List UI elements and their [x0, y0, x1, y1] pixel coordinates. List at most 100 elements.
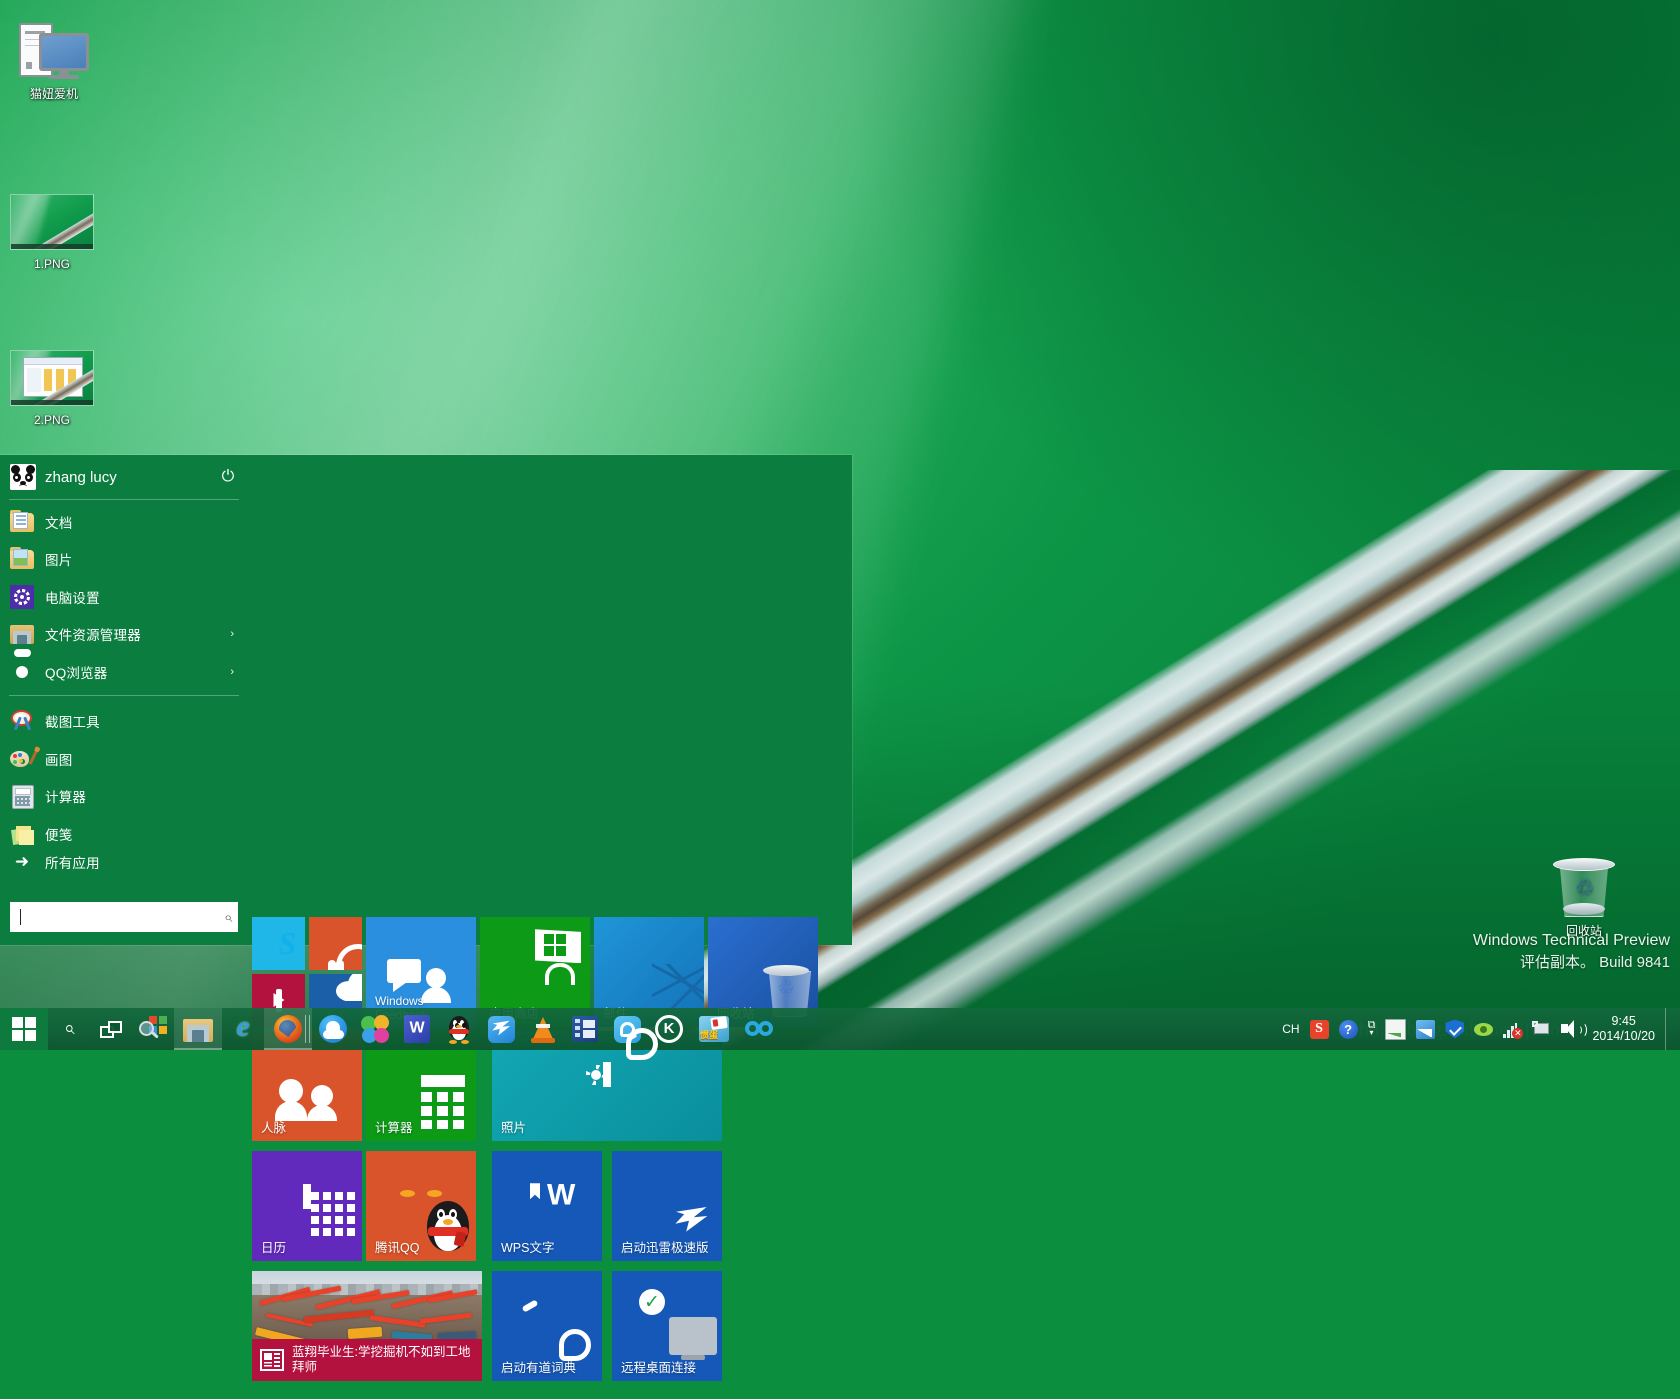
- sidebar-item-pictures[interactable]: 图片: [0, 541, 248, 579]
- youdao-dict-icon: [614, 1016, 641, 1043]
- taskbar-vlc[interactable]: [522, 1008, 564, 1050]
- tile-label: 照片: [501, 1117, 526, 1136]
- sidebar-item-label: 文档: [45, 512, 72, 532]
- taskbar[interactable]: ⌕: [0, 1008, 1680, 1050]
- kugou-music-icon: [655, 1015, 683, 1043]
- sidebar-item-label: 文件资源管理器: [45, 624, 141, 644]
- security-shield-icon[interactable]: [1440, 1008, 1469, 1050]
- all-apps-label: 所有应用: [45, 852, 100, 872]
- tile-music[interactable]: [309, 917, 362, 970]
- flower-app-icon: [361, 1015, 389, 1043]
- tile-thunder[interactable]: 启动迅雷极速版: [612, 1151, 722, 1261]
- clock-time: 9:45: [1592, 1014, 1655, 1029]
- divider: [9, 695, 239, 696]
- desktop-icon-computer[interactable]: 猫妞爱机: [6, 18, 102, 102]
- tile-label: 启动迅雷极速版: [621, 1237, 709, 1256]
- taskbar-youdao-dict[interactable]: [606, 1008, 648, 1050]
- help-icon[interactable]: ?: [1334, 1008, 1363, 1050]
- power-icon[interactable]: ⏻: [218, 467, 238, 487]
- vlc-icon: [530, 1015, 556, 1043]
- sidebar-item-paint[interactable]: 画图: [0, 740, 248, 778]
- start-menu[interactable]: zhang lucy ⏻ 文档 图片: [0, 455, 852, 945]
- all-apps-button[interactable]: ➜ 所有应用: [0, 843, 268, 881]
- sidebar-item-label: 计算器: [45, 786, 86, 806]
- avatar[interactable]: [10, 464, 36, 490]
- start-search-box[interactable]: ⌕: [10, 902, 238, 932]
- search-icon[interactable]: ⌕: [224, 909, 232, 926]
- tile-wps-writer[interactable]: WPS文字: [492, 1151, 602, 1261]
- tile-remote-desktop[interactable]: ✓ 远程桌面连接: [612, 1271, 722, 1381]
- start-button[interactable]: [0, 1008, 48, 1050]
- taskbar-network-link[interactable]: [738, 1008, 780, 1050]
- taskbar-kugou-music[interactable]: [648, 1008, 690, 1050]
- network-adapter-icon[interactable]: [1527, 1008, 1556, 1050]
- sidebar-item-snipping-tool[interactable]: 截图工具: [0, 703, 248, 741]
- user-account-row[interactable]: zhang lucy ⏻: [0, 455, 248, 499]
- desktop-icon-recycle-bin[interactable]: ♲ 回收站: [1536, 855, 1632, 940]
- video-icon: [276, 992, 282, 1010]
- tile-youdao-dict[interactable]: 启动有道词典: [492, 1271, 602, 1381]
- tile-label: WPS文字: [501, 1237, 554, 1256]
- tile-tencent-qq[interactable]: 腾讯QQ: [366, 1151, 476, 1261]
- sidebar-item-label: QQ浏览器: [45, 662, 108, 682]
- taskbar-wps-writer[interactable]: [396, 1008, 438, 1050]
- taskbar-firefox[interactable]: [264, 1008, 312, 1050]
- photos-icon: [603, 1066, 611, 1084]
- internet-explorer-icon: [229, 1015, 257, 1043]
- show-hidden-icons-chevron[interactable]: ⧉▾: [1363, 1008, 1381, 1050]
- clock[interactable]: 9:45 2014/10/20: [1586, 1014, 1665, 1044]
- taskbar-tencent-qq[interactable]: [438, 1008, 480, 1050]
- news-headline-bar: 蓝翔毕业生:学挖掘机不如到工地拜师: [252, 1339, 482, 1381]
- qq-browser-icon: [319, 1015, 347, 1043]
- tile-calendar[interactable]: 日历: [252, 1151, 362, 1261]
- tile-label: 日历: [261, 1237, 286, 1256]
- file-explorer-icon: [183, 1017, 213, 1042]
- tile-label: 计算器: [375, 1117, 413, 1136]
- chevron-right-icon: ›: [230, 628, 234, 640]
- sidebar-item-pc-settings[interactable]: 电脑设置: [0, 578, 248, 616]
- start-menu-places-list: 文档 图片 电脑设置 文件资源管理器 ›: [0, 500, 248, 691]
- taskbar-qq-browser[interactable]: [312, 1008, 354, 1050]
- desktop-icon-2png[interactable]: 2.PNG: [4, 344, 100, 428]
- desktop-icon-label: 2.PNG: [32, 412, 72, 428]
- sidebar-item-documents[interactable]: 文档: [0, 503, 248, 541]
- ime-indicator[interactable]: CH: [1277, 1008, 1304, 1050]
- search-input[interactable]: [21, 909, 224, 926]
- clock-date: 2014/10/20: [1592, 1029, 1655, 1044]
- taskbar-file-explorer[interactable]: [174, 1008, 222, 1050]
- task-view-icon: [100, 1021, 122, 1038]
- taskbar-thunder[interactable]: [480, 1008, 522, 1050]
- eye-tray-icon[interactable]: [1469, 1008, 1498, 1050]
- sidebar-item-label: 图片: [45, 549, 72, 569]
- monitor-tray-icon[interactable]: [1380, 1008, 1411, 1050]
- show-desktop-button[interactable]: [1665, 1008, 1674, 1050]
- network-error-icon[interactable]: ✕: [1498, 1008, 1527, 1050]
- arrow-right-icon: ➜: [10, 850, 34, 874]
- image-thumbnail-icon: [4, 344, 100, 412]
- desktop-icon-1png[interactable]: 1.PNG: [4, 188, 100, 272]
- sidebar-item-file-explorer[interactable]: 文件资源管理器 ›: [0, 616, 248, 654]
- firefox-icon: [274, 1015, 302, 1043]
- start-menu-tile-area: Windows Feedback 应用商店 邮件: [252, 917, 848, 1399]
- wps-writer-icon: [404, 1015, 430, 1043]
- taskbar-search-button[interactable]: ⌕: [48, 1008, 90, 1050]
- tile-news[interactable]: 蓝翔毕业生:学挖掘机不如到工地拜师: [252, 1271, 482, 1381]
- taskbar-flower-app[interactable]: [354, 1008, 396, 1050]
- watermark-line-1: Windows Technical Preview: [1473, 930, 1670, 952]
- tile-skype[interactable]: [252, 917, 305, 970]
- taskbar-media-player[interactable]: [564, 1008, 606, 1050]
- tile-label: 远程桌面连接: [621, 1357, 696, 1376]
- desktop-icon-label: 猫妞爱机: [28, 86, 80, 102]
- taskbar-internet-explorer[interactable]: [222, 1008, 264, 1050]
- sidebar-item-label: 画图: [45, 749, 72, 769]
- chevron-right-icon: ›: [230, 666, 234, 678]
- sidebar-item-qq-browser[interactable]: QQ浏览器 ›: [0, 653, 248, 691]
- volume-speaker-icon[interactable]: [1556, 1008, 1586, 1050]
- taskbar-card-game[interactable]: 惯蛋: [690, 1008, 738, 1050]
- sogou-input-icon[interactable]: S: [1305, 1008, 1334, 1050]
- sidebar-item-calculator[interactable]: 计算器: [0, 778, 248, 816]
- picture-tray-icon[interactable]: [1411, 1008, 1440, 1050]
- taskbar-windows-explorer-search[interactable]: [132, 1008, 174, 1050]
- system-tray[interactable]: CH S ? ⧉▾ ✕ 9:45 2014/10/20: [1277, 1008, 1680, 1050]
- task-view-button[interactable]: [90, 1008, 132, 1050]
